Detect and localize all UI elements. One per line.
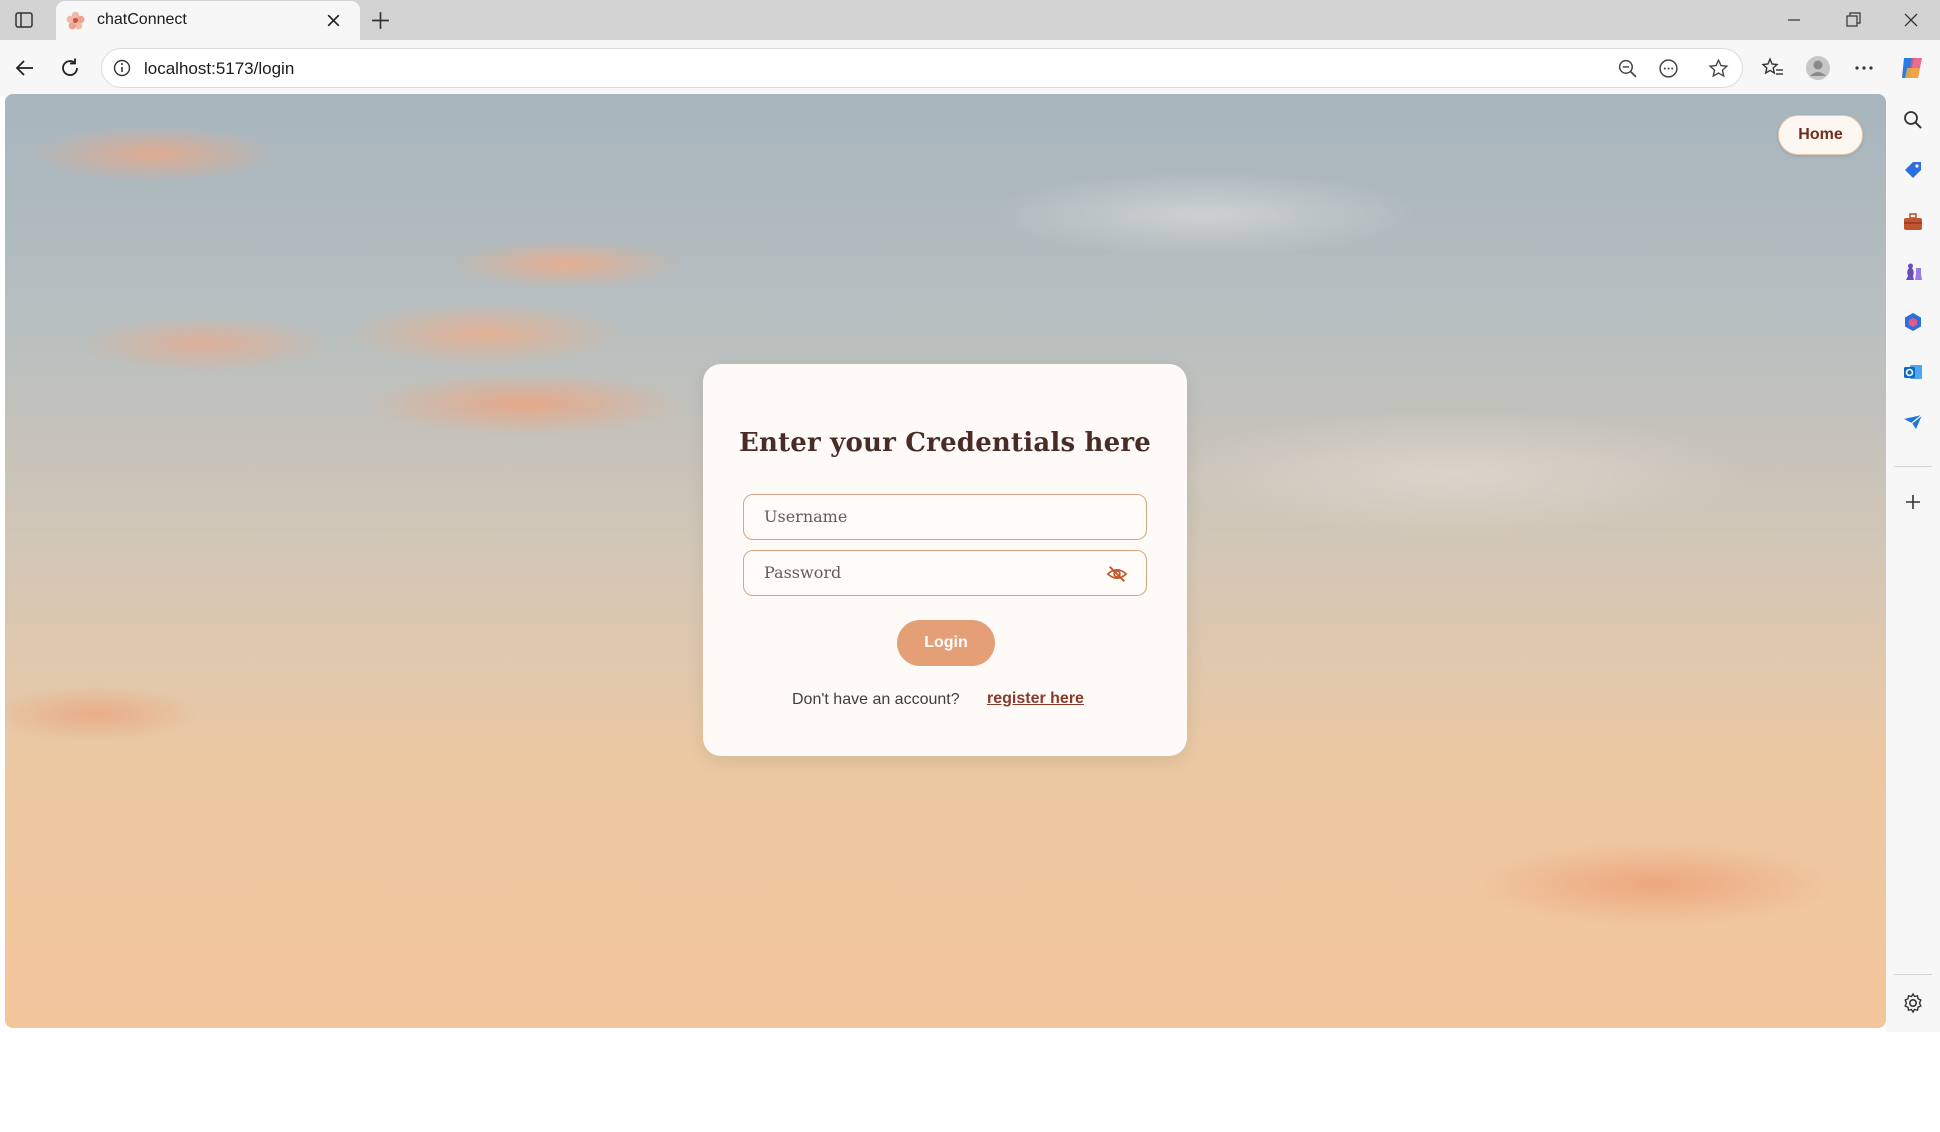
no-account-text: Don't have an account? [792,691,960,708]
page-viewport: Home Enter your Credentials here Login D… [5,94,1886,1028]
profile-avatar-icon[interactable] [1805,55,1831,81]
sidebar-toggle-icon[interactable] [14,10,34,30]
copilot-icon[interactable] [1898,54,1926,82]
password-field[interactable] [743,550,1147,596]
zoom-out-icon[interactable] [1617,58,1638,79]
flower-favicon-icon [66,11,85,30]
add-plus-icon[interactable] [1901,490,1925,514]
username-input[interactable] [764,495,1104,538]
window-close-icon[interactable] [1901,10,1921,30]
reload-icon[interactable] [58,56,82,80]
password-input[interactable] [764,551,1104,594]
address-bar[interactable]: localhost:5173/login [101,48,1743,88]
home-button[interactable]: Home [1778,115,1863,155]
edge-sidebar [1886,96,1940,1032]
games-chess-icon[interactable] [1901,260,1925,284]
favorite-star-icon[interactable] [1708,58,1729,79]
login-card: Enter your Credentials here Login Don't … [703,364,1187,756]
favorites-icon[interactable] [1761,56,1785,80]
back-arrow-icon[interactable] [13,56,37,80]
username-field[interactable] [743,494,1147,540]
browser-toolbar: localhost:5173/login [0,40,1940,96]
site-info-icon[interactable] [112,58,132,78]
new-tab-icon[interactable] [370,10,391,31]
tools-briefcase-icon[interactable] [1901,210,1925,234]
settings-gear-icon[interactable] [1901,991,1925,1015]
login-button[interactable]: Login [897,620,995,666]
register-link[interactable]: register here [987,690,1084,708]
close-tab-icon[interactable] [325,12,342,29]
login-title: Enter your Credentials here [738,428,1152,458]
browser-tab[interactable]: chatConnect [56,1,360,40]
shopping-tag-icon[interactable] [1901,158,1925,182]
minimize-icon[interactable] [1784,10,1804,30]
browser-titlebar: chatConnect [0,0,1940,40]
reading-mode-icon[interactable] [1658,58,1679,79]
outlook-icon[interactable] [1901,360,1925,384]
send-paper-plane-icon[interactable] [1901,410,1925,434]
more-menu-icon[interactable] [1852,56,1876,80]
url-text[interactable]: localhost:5173/login [144,59,294,79]
sidebar-divider [1894,974,1932,975]
sidebar-divider [1894,466,1932,467]
restore-icon[interactable] [1843,10,1863,30]
search-icon[interactable] [1901,108,1925,132]
eye-off-icon[interactable] [1106,563,1128,585]
tab-title: chatConnect [97,11,187,28]
microsoft365-icon[interactable] [1901,310,1925,334]
